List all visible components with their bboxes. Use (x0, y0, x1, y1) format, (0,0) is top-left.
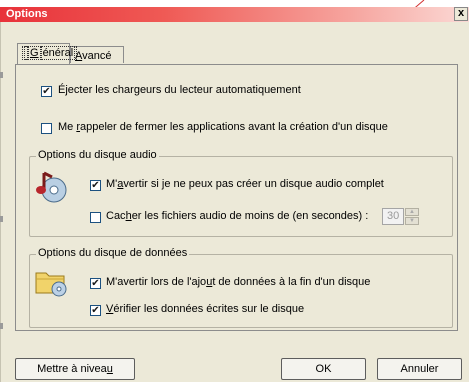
check-icon: ✔ (42, 86, 51, 97)
title-bar: Options x (0, 7, 469, 22)
tab-avance-label: Avancé (75, 50, 112, 62)
close-button[interactable]: x (454, 7, 468, 21)
data-options-group: Options du disque de données ✔ M'avertir… (29, 247, 453, 328)
audio-warn-label: M'avertir si je ne peux pas créer un dis… (106, 178, 384, 190)
verify-data-label: Vérifier les données écrites sur le disq… (106, 303, 305, 315)
data-group-title: Options du disque de données (36, 247, 190, 259)
eject-label: Éjecter les chargeurs du lecteur automat… (58, 84, 301, 96)
tab-avance[interactable]: Avancé (70, 46, 124, 63)
cancel-button[interactable]: Annuler (377, 358, 462, 380)
remind-close-label: Me rappeler de fermer les applications a… (58, 121, 388, 133)
spin-up-icon[interactable]: ▲ (405, 208, 419, 216)
window-title: Options (6, 8, 48, 20)
options-dialog: Général Avancé ✔ Éjecter les chargeurs d… (0, 22, 469, 382)
audio-warn-checkbox[interactable]: ✔ (90, 180, 101, 191)
general-panel: ✔ Éjecter les chargeurs du lecteur autom… (15, 64, 458, 331)
check-icon: ✔ (91, 180, 100, 191)
ok-button[interactable]: OK (281, 358, 366, 380)
close-icon: x (457, 7, 465, 19)
data-append-warn-checkbox[interactable]: ✔ (90, 278, 101, 289)
folder-cd-icon (35, 272, 67, 297)
tab-general-label: Général (22, 46, 78, 60)
verify-data-checkbox[interactable]: ✔ (90, 305, 101, 316)
edge-marker (0, 323, 3, 329)
upgrade-button[interactable]: Mettre à niveau (15, 358, 135, 380)
seconds-input[interactable]: 30 (382, 208, 404, 225)
eject-checkbox[interactable]: ✔ (41, 86, 52, 97)
spin-down-icon[interactable]: ▼ (405, 217, 419, 225)
music-cd-icon (36, 171, 67, 203)
check-icon: ✔ (91, 278, 100, 289)
seconds-spinner[interactable]: ▲ ▼ (405, 208, 419, 225)
tab-general[interactable]: Général (17, 43, 78, 64)
data-append-warn-label: M'avertir lors de l'ajout de données à l… (106, 276, 371, 288)
edge-marker (0, 216, 3, 222)
remind-close-checkbox[interactable] (41, 123, 52, 134)
audio-group-title: Options du disque audio (36, 149, 159, 161)
audio-options-group: Options du disque audio ✔ M'avertir si j… (29, 149, 453, 237)
hide-short-files-label: Cacher les fichiers audio de moins de (e… (106, 210, 369, 222)
hide-short-files-checkbox[interactable] (90, 212, 101, 223)
edge-marker (0, 72, 3, 78)
check-icon: ✔ (91, 305, 100, 316)
